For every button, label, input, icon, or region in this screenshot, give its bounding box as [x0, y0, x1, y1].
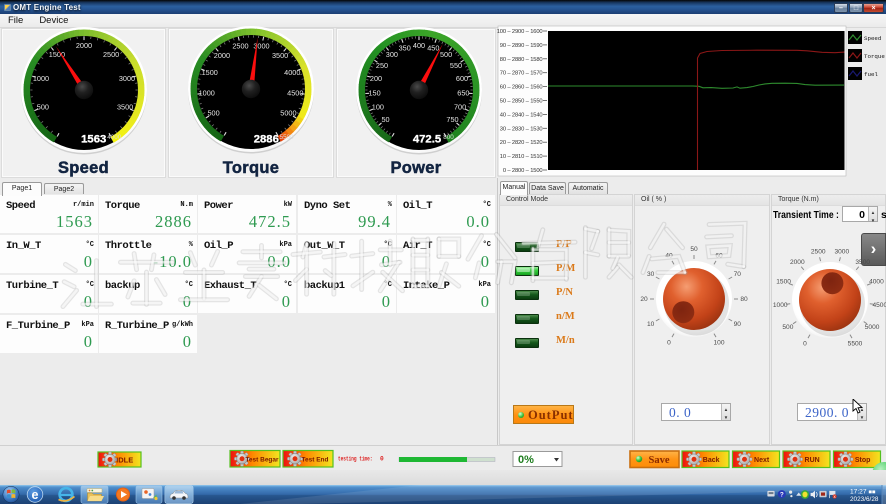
svg-text:30: 30 — [647, 271, 655, 278]
svg-text:0: 0 — [803, 340, 807, 347]
svg-text:2000: 2000 — [790, 259, 805, 266]
svg-text:5000: 5000 — [865, 324, 880, 331]
svg-text:?: ? — [780, 492, 784, 499]
svg-text:60: 60 — [715, 253, 723, 260]
svg-text:2500: 2500 — [811, 248, 826, 255]
svg-text:3000: 3000 — [834, 248, 849, 255]
svg-text:4500: 4500 — [872, 302, 886, 309]
svg-text:50: 50 — [690, 246, 698, 253]
svg-text:17:27 ■■: 17:27 ■■ — [850, 488, 876, 495]
svg-text:5500: 5500 — [848, 340, 863, 347]
svg-text:40: 40 — [665, 253, 673, 260]
svg-text:0: 0 — [667, 339, 671, 346]
svg-text:10: 10 — [647, 321, 655, 328]
svg-text:3500: 3500 — [855, 259, 870, 266]
svg-text:1000: 1000 — [773, 302, 788, 309]
svg-text:500: 500 — [782, 324, 793, 331]
svg-text:100: 100 — [713, 339, 724, 346]
svg-text:20: 20 — [640, 296, 648, 303]
svg-text:2023/6/28: 2023/6/28 — [850, 496, 879, 503]
svg-text:e: e — [32, 488, 39, 502]
svg-text:80: 80 — [740, 296, 748, 303]
svg-text:1500: 1500 — [776, 278, 791, 285]
svg-text:4000: 4000 — [869, 278, 884, 285]
svg-text:90: 90 — [734, 321, 742, 328]
svg-text:70: 70 — [734, 271, 742, 278]
